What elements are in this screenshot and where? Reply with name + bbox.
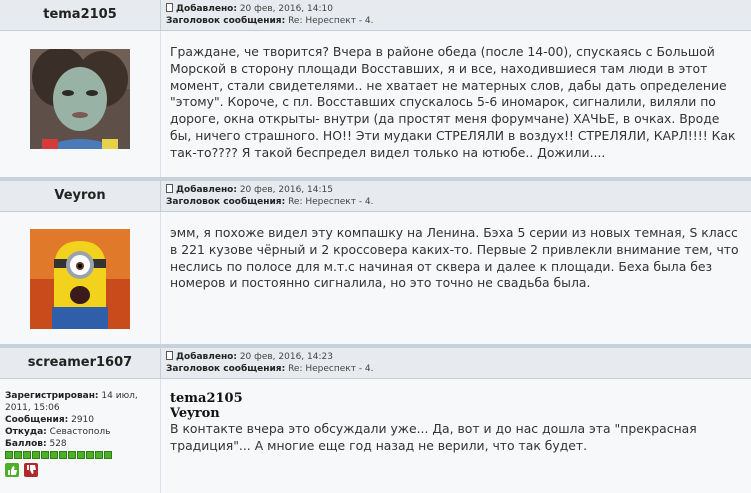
- post-body: Граждане, че творится? Вчера в районе об…: [0, 31, 751, 181]
- post-meta: Добавлено: 20 фев, 2016, 14:15 Заголовок…: [166, 184, 374, 208]
- avatar: [30, 47, 130, 149]
- rating-star: [68, 451, 76, 459]
- document-icon[interactable]: [166, 184, 173, 193]
- rating-star: [23, 451, 31, 459]
- messages-value: 2910: [71, 415, 94, 425]
- rating-star: [86, 451, 94, 459]
- added-value: 20 фев, 2016, 14:10: [239, 4, 333, 14]
- post-1: tema2105 Добавлено: 20 фев, 2016, 14:10 …: [0, 0, 751, 181]
- post-header: screamer1607 Добавлено: 20 фев, 2016, 14…: [0, 348, 751, 379]
- author-name[interactable]: Veyron: [0, 181, 161, 211]
- post-meta: Добавлено: 20 фев, 2016, 14:10 Заголовок…: [166, 3, 374, 27]
- post-text: tema2105 Veyron В контакте вчера это обс…: [170, 391, 740, 455]
- rating-star: [32, 451, 40, 459]
- rating-star: [59, 451, 67, 459]
- registered-label: Зарегистрирован:: [5, 391, 99, 401]
- rating-star: [41, 451, 49, 459]
- rating-star: [77, 451, 85, 459]
- document-icon[interactable]: [166, 351, 173, 360]
- post-meta: Добавлено: 20 фев, 2016, 14:23 Заголовок…: [166, 351, 374, 375]
- rating-star: [14, 451, 22, 459]
- post-body: эмм, я похоже видел эту компашку на Лени…: [0, 212, 751, 347]
- rating-star: [95, 451, 103, 459]
- messages-label: Сообщения:: [5, 415, 69, 425]
- post-header: Veyron Добавлено: 20 фев, 2016, 14:15 За…: [0, 181, 751, 212]
- rating-buttons: [5, 463, 155, 477]
- added-label: Добавлено:: [176, 352, 237, 362]
- author-panel: [0, 31, 161, 181]
- post-header: tema2105 Добавлено: 20 фев, 2016, 14:10 …: [0, 0, 751, 31]
- subject-label: Заголовок сообщения:: [166, 16, 286, 26]
- avatar: [30, 229, 130, 329]
- rating-star: [50, 451, 58, 459]
- subject-value: Re: Нереспект - 4.: [288, 364, 374, 374]
- post-2: Veyron Добавлено: 20 фев, 2016, 14:15 За…: [0, 181, 751, 347]
- quoted-name[interactable]: Veyron: [170, 406, 740, 421]
- from-label: Откуда:: [5, 427, 47, 437]
- added-label: Добавлено:: [176, 185, 237, 195]
- document-icon[interactable]: [166, 3, 173, 12]
- thumbs-down-icon[interactable]: [23, 463, 38, 477]
- added-label: Добавлено:: [176, 4, 237, 14]
- quoted-name[interactable]: tema2105: [170, 391, 740, 406]
- post-3: screamer1607 Добавлено: 20 фев, 2016, 14…: [0, 348, 751, 493]
- post-text: Граждане, че творится? Вчера в районе об…: [170, 44, 736, 160]
- subject-label: Заголовок сообщения:: [166, 364, 286, 374]
- points-label: Баллов:: [5, 439, 47, 449]
- rating-star: [5, 451, 13, 459]
- post-text: эмм, я похоже видел эту компашку на Лени…: [170, 225, 739, 291]
- rating-star: [104, 451, 112, 459]
- from-value: Севастополь: [49, 427, 111, 437]
- author-name[interactable]: tema2105: [0, 0, 161, 30]
- thumbs-up-icon[interactable]: [5, 463, 19, 477]
- forum-thread: tema2105 Добавлено: 20 фев, 2016, 14:10 …: [0, 0, 751, 493]
- post-message: В контакте вчера это обсуждали уже... Да…: [170, 421, 697, 453]
- rating-stars: [5, 451, 155, 459]
- author-panel: Зарегистрирован: 14 июл, 2011, 15:06 Соо…: [0, 379, 161, 493]
- author-name[interactable]: screamer1607: [0, 348, 161, 378]
- added-value: 20 фев, 2016, 14:23: [239, 352, 333, 362]
- post-body: Зарегистрирован: 14 июл, 2011, 15:06 Соо…: [0, 379, 751, 493]
- subject-label: Заголовок сообщения:: [166, 197, 286, 207]
- subject-value: Re: Нереспект - 4.: [288, 197, 374, 207]
- added-value: 20 фев, 2016, 14:15: [239, 185, 333, 195]
- points-value: 528: [49, 439, 67, 449]
- subject-value: Re: Нереспект - 4.: [288, 16, 374, 26]
- author-panel: [0, 212, 161, 347]
- author-profile: Зарегистрирован: 14 июл, 2011, 15:06 Соо…: [5, 390, 155, 477]
